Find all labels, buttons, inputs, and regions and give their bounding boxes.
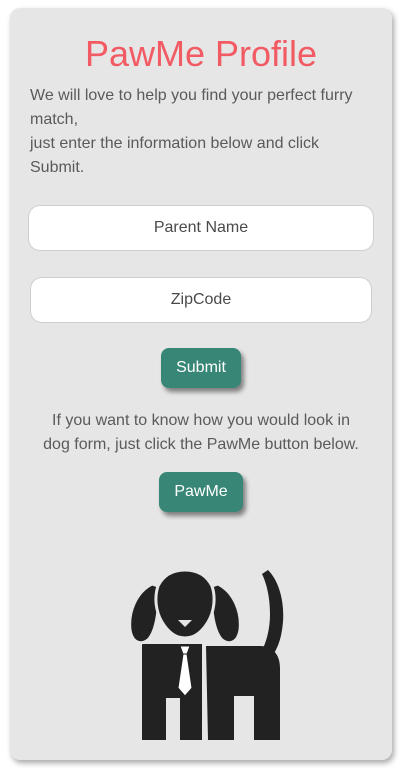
dog-in-tie-icon (128, 568, 284, 740)
help-line-1: If you want to know how you would look i… (52, 412, 350, 429)
intro-line-1: We will love to help you find your perfe… (30, 87, 353, 128)
intro-text: We will love to help you find your perfe… (30, 84, 375, 180)
intro-line-2: just enter the information below and cli… (30, 135, 320, 176)
profile-card: PawMe Profile We will love to help you f… (10, 8, 392, 760)
help-line-2: dog form, just click the PawMe button be… (43, 436, 359, 453)
zipcode-input[interactable] (30, 277, 372, 323)
parent-name-input[interactable] (28, 205, 374, 251)
pawme-button[interactable]: PawMe (159, 472, 243, 512)
submit-button[interactable]: Submit (161, 348, 241, 388)
page-title: PawMe Profile (84, 33, 318, 74)
pawme-help-text: If you want to know how you would look i… (30, 409, 372, 457)
